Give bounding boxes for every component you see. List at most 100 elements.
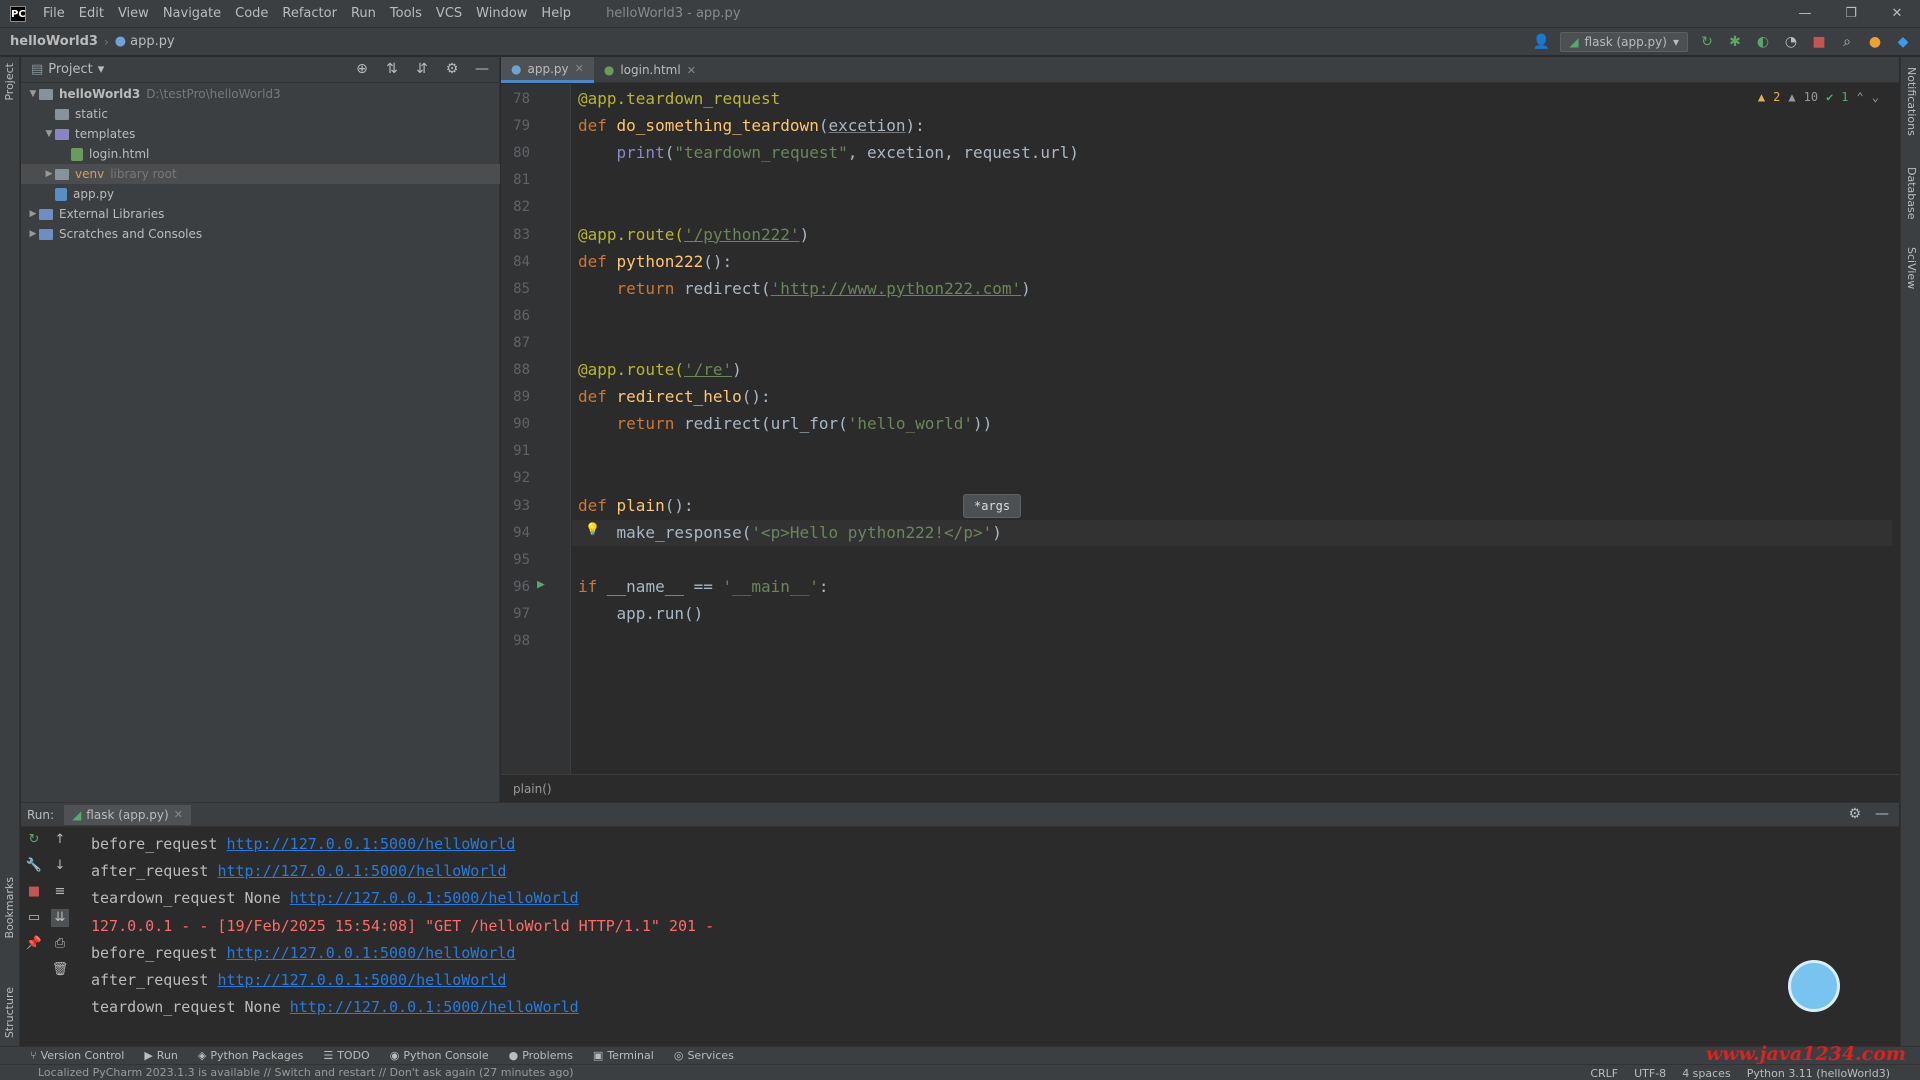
menu-window[interactable]: Window [469,6,534,21]
database-tool-tab[interactable]: Database [1905,167,1918,220]
structure-tool-tab[interactable]: Structure [3,987,16,1038]
menu-tools[interactable]: Tools [383,6,429,21]
run-config-dropdown[interactable]: ◢ flask (app.py) ▾ [1560,32,1688,52]
tool-tab-run[interactable]: ▶ Run [144,1049,178,1062]
run-gutter-icon[interactable]: ▶ [537,577,545,592]
tab-login-html[interactable]: ● login.html ✕ [594,57,706,83]
user-icon[interactable]: 👤 [1532,33,1550,51]
arrow-up-icon[interactable]: ↑ [51,831,69,849]
tree-item-templates[interactable]: ▼ templates [21,124,500,144]
tree-item-venv[interactable]: ▶ venv library root [21,164,500,184]
output-link[interactable]: http://127.0.0.1:5000/helloWorld [217,971,506,989]
restore-layout-icon[interactable]: ▭ [25,909,43,927]
menu-help[interactable]: Help [534,6,578,21]
expand-all-icon[interactable]: ⇅ [383,60,401,78]
locate-icon[interactable]: ⊕ [353,60,371,78]
notifications-tool-tab[interactable]: Notifications [1905,67,1918,136]
wrench-icon[interactable]: 🔧 [25,857,43,875]
floating-avatar[interactable] [1788,960,1840,1012]
output-link[interactable]: http://127.0.0.1:5000/helloWorld [290,889,579,907]
tab-app-py[interactable]: ● app.py ✕ [501,57,594,83]
inspection-widget[interactable]: ▲ 2 ▲ 10 ✔ 1 ⌃ ⌄ [1758,90,1879,104]
close-icon[interactable]: ✕ [687,64,696,77]
sciview-tool-tab[interactable]: SciView [1905,247,1918,289]
delete-icon[interactable]: 🗑 [51,961,69,979]
menu-refactor[interactable]: Refactor [275,6,344,21]
chevron-right-icon[interactable]: ▶ [43,169,55,179]
chevron-up-icon[interactable]: ⌃ [1857,90,1864,104]
rerun-icon[interactable]: ↻ [25,831,43,849]
ide-logo-icon[interactable]: ◆ [1894,33,1912,51]
stop-icon[interactable]: ■ [25,883,43,901]
debug-icon[interactable]: ✱ [1726,33,1744,51]
print-icon[interactable]: ⎙ [51,935,69,953]
tree-item-scratches[interactable]: ▶ Scratches and Consoles [21,224,500,244]
tree-item-app-py[interactable]: app.py [21,184,500,204]
gear-icon[interactable]: ⚙ [1848,806,1861,822]
tool-tab-python-console[interactable]: ◉ Python Console [390,1049,489,1062]
menu-navigate[interactable]: Navigate [156,6,228,21]
tree-item-login-html[interactable]: login.html [21,144,500,164]
code-editor[interactable]: 78 79 80 81 82 83 84 85 86 87 88 89 90 91 92 93 94 95 96 ▶ 9… [501,84,1899,774]
project-tool-tab[interactable]: Project [3,63,16,101]
output-link[interactable]: http://127.0.0.1:5000/helloWorld [290,998,579,1016]
collapse-all-icon[interactable]: ⇵ [413,60,431,78]
tree-item-external-libraries[interactable]: ▶ External Libraries [21,204,500,224]
hide-icon[interactable]: — [473,60,491,78]
bookmarks-tool-tab[interactable]: Bookmarks [3,877,16,938]
tool-window-bar: ⑂ Version Control ▶ Run ◈ Python Packages ☰… [0,1046,1920,1064]
chevron-down-icon[interactable]: ▼ [43,129,55,139]
tool-tab-todo[interactable]: ☰ TODO [323,1049,369,1062]
output-link[interactable]: http://127.0.0.1:5000/helloWorld [217,862,506,880]
hide-icon[interactable]: — [1875,806,1889,822]
close-icon[interactable]: ✕ [174,808,183,821]
gear-icon[interactable]: ⚙ [443,60,461,78]
coverage-icon[interactable]: ◐ [1754,33,1772,51]
code-token-str: 'hello_world' [847,414,973,434]
project-view-dropdown[interactable]: ▤ Project ▾ [31,62,104,77]
menu-view[interactable]: View [111,6,156,21]
tool-tab-services[interactable]: ◎ Services [674,1049,734,1062]
tool-tab-version-control[interactable]: ⑂ Version Control [30,1049,124,1062]
line-separator[interactable]: CRLF [1590,1067,1618,1080]
chevron-down-icon[interactable]: ▼ [27,89,39,99]
menu-run[interactable]: Run [344,6,383,21]
minimize-icon[interactable]: — [1782,0,1828,28]
tree-item-static[interactable]: static [21,104,500,124]
python-interpreter[interactable]: Python 3.11 (helloWorld3) [1747,1067,1890,1080]
status-message[interactable]: Localized PyCharm 2023.1.3 is available … [0,1066,574,1079]
tool-tab-terminal[interactable]: ▣ Terminal [593,1049,654,1062]
close-icon[interactable]: ✕ [1874,0,1920,28]
rerun-icon[interactable]: ↻ [1698,33,1716,51]
code-token-rest2: ): [905,116,925,136]
chevron-right-icon[interactable]: ▶ [27,229,39,239]
scroll-to-end-icon[interactable]: ⇊ [51,909,69,927]
tool-tab-problems[interactable]: ● Problems [509,1049,573,1062]
close-icon[interactable]: ✕ [575,62,584,75]
arrow-down-icon[interactable]: ↓ [51,857,69,875]
indent-setting[interactable]: 4 spaces [1682,1067,1731,1080]
stop-icon[interactable]: ■ [1810,33,1828,51]
output-link[interactable]: http://127.0.0.1:5000/helloWorld [226,835,515,853]
editor-breadcrumb[interactable]: plain() [501,774,1899,802]
tree-item-root[interactable]: ▼ helloWorld3 D:\testPro\helloWorld3 [21,84,500,104]
menu-code[interactable]: Code [228,6,275,21]
search-icon[interactable]: ⌕ [1838,33,1856,51]
menu-edit[interactable]: Edit [72,6,111,21]
pin-icon[interactable]: 📌 [25,935,43,953]
update-icon[interactable]: ● [1866,33,1884,51]
breadcrumb-project[interactable]: helloWorld3 [0,34,104,49]
menu-file[interactable]: File [36,6,72,21]
chevron-right-icon[interactable]: ▶ [27,209,39,219]
lightbulb-icon[interactable]: 💡 [585,522,600,536]
breadcrumb-file[interactable]: ● app.py [109,34,181,49]
file-encoding[interactable]: UTF-8 [1634,1067,1666,1080]
profile-icon[interactable]: ◔ [1782,33,1800,51]
run-tab[interactable]: ◢ flask (app.py) ✕ [64,804,191,825]
soft-wrap-icon[interactable]: ≡ [51,883,69,901]
chevron-down-icon[interactable]: ⌄ [1872,90,1879,104]
maximize-icon[interactable]: ❐ [1828,0,1874,28]
menu-vcs[interactable]: VCS [429,6,469,21]
output-link[interactable]: http://127.0.0.1:5000/helloWorld [226,944,515,962]
tool-tab-python-packages[interactable]: ◈ Python Packages [198,1049,303,1062]
